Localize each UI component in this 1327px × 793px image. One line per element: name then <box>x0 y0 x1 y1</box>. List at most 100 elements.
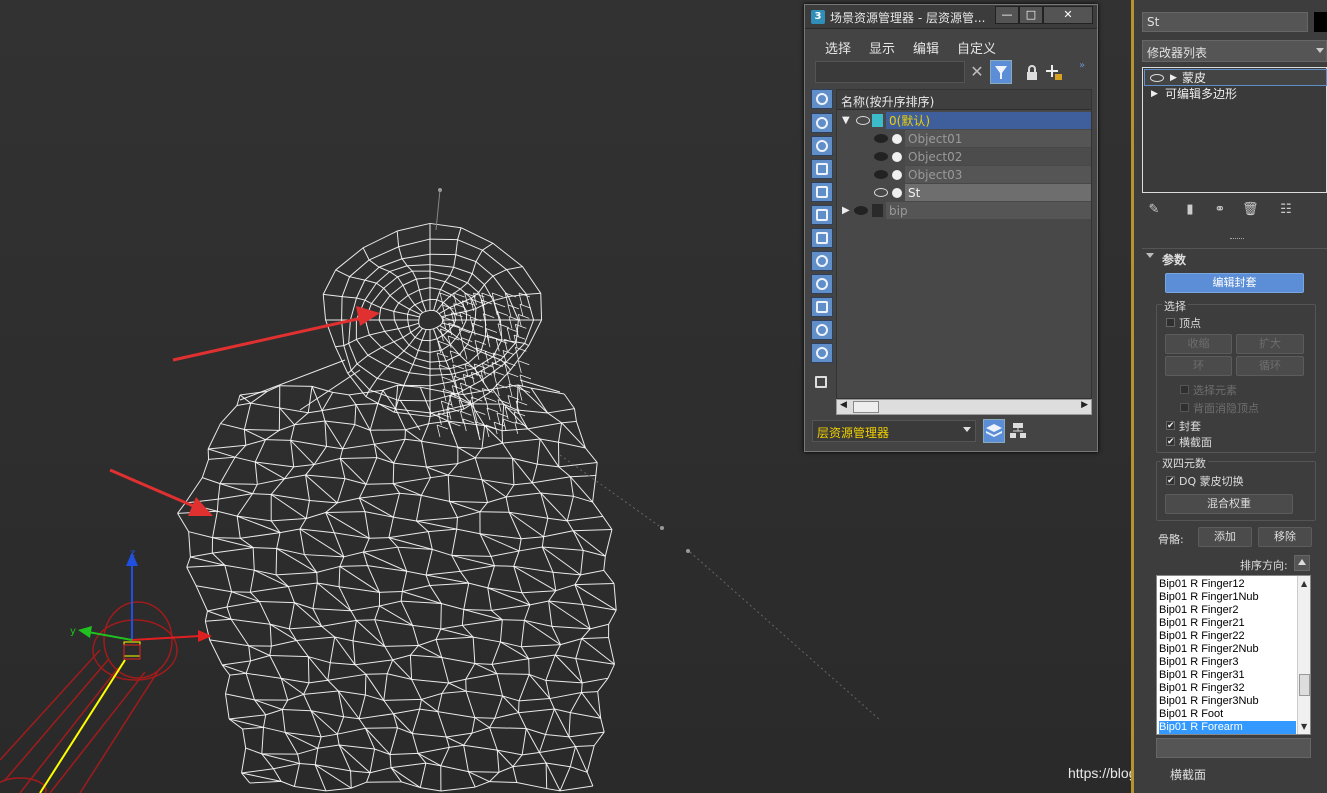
move-gizmo[interactable]: z y <box>70 548 212 660</box>
visibility-eye-icon[interactable] <box>1150 74 1164 82</box>
search-input[interactable] <box>815 61 965 83</box>
bone-list-item[interactable]: Bip01 R Finger1Nub <box>1159 591 1296 604</box>
remove-bone-button[interactable]: 移除 <box>1258 527 1312 547</box>
clear-search-icon[interactable]: ✕ <box>969 62 985 82</box>
menu-select[interactable]: 选择 <box>825 38 851 57</box>
cross-sections-checkbox[interactable]: ✔ <box>1166 437 1175 447</box>
geometry-icon[interactable] <box>811 89 833 109</box>
menu-customize[interactable]: 自定义 <box>957 38 996 57</box>
envelopes-checkbox[interactable]: ✔ <box>1166 421 1175 431</box>
sort-ascending-button[interactable] <box>1294 555 1310 571</box>
display-children-icon[interactable] <box>811 373 833 393</box>
bone-list-item[interactable]: Bip01 R Finger2 <box>1159 604 1296 617</box>
scroll-thumb[interactable] <box>1299 674 1310 696</box>
add-layer-icon[interactable] <box>1046 63 1062 81</box>
backface-cull-checkbox[interactable] <box>1180 403 1189 412</box>
frozen-icon[interactable] <box>811 320 833 340</box>
lock-icon[interactable] <box>1024 64 1040 82</box>
make-unique-icon[interactable]: ⚭ <box>1212 202 1228 218</box>
collapse-arrow-icon[interactable]: ▼ <box>842 112 850 130</box>
xrefs-icon[interactable] <box>811 251 833 271</box>
expand-toolbar-icon[interactable]: » <box>1079 60 1085 71</box>
groups-icon[interactable] <box>811 228 833 248</box>
stack-item-editable-poly[interactable]: ▶ 可编辑多边形 <box>1144 86 1327 103</box>
filter-icon[interactable] <box>990 60 1012 84</box>
bone-list-item[interactable]: Bip01 R Finger2Nub <box>1159 643 1296 656</box>
cameras-icon[interactable] <box>811 159 833 179</box>
bone-list[interactable]: Bip01 R Finger12 Bip01 R Finger1Nub Bip01 … <box>1156 575 1311 735</box>
modifier-stack[interactable]: ▶ 蒙皮 ▶ 可编辑多边形 <box>1142 67 1327 193</box>
object-name[interactable]: Object02 <box>905 148 1091 165</box>
bone-list-item[interactable]: Bip01 R Foot <box>1159 708 1296 721</box>
lights-icon[interactable] <box>811 136 833 156</box>
chevron-down-icon[interactable] <box>963 427 971 432</box>
object-name[interactable]: St <box>905 184 1091 201</box>
ring-button[interactable]: 环 <box>1165 356 1232 376</box>
remove-modifier-icon[interactable]: 🗑 <box>1242 202 1259 218</box>
tree-row[interactable]: ▶ bip <box>837 202 1091 220</box>
spacewarps-icon[interactable] <box>811 205 833 225</box>
minimize-button[interactable]: — <box>995 6 1019 24</box>
explorer-mode-dropdown[interactable]: 层资源管理器 <box>812 420 976 442</box>
layer-name[interactable]: 0(默认) <box>886 112 1091 129</box>
visibility-eye-icon[interactable] <box>874 188 888 197</box>
expand-arrow-icon[interactable]: ▶ <box>1170 70 1177 87</box>
tree-row[interactable]: Object01 <box>837 130 1091 148</box>
expand-arrow-icon[interactable]: ▶ <box>1151 86 1158 103</box>
object-name-field[interactable]: St <box>1142 12 1308 32</box>
edit-envelopes-button[interactable]: 编辑封套 <box>1165 273 1304 293</box>
object-color-swatch[interactable] <box>1314 12 1327 32</box>
bone-list-item[interactable]: Bip01 R Finger3Nub <box>1159 695 1296 708</box>
hierarchy-icon[interactable] <box>1008 421 1028 441</box>
loop-button[interactable]: 循环 <box>1236 356 1304 376</box>
scene-explorer-window[interactable]: 3 场景资源管理器 - 层资源管... — □ ✕ 选择 显示 编辑 自定义 ✕… <box>804 4 1098 452</box>
vertices-checkbox[interactable] <box>1166 318 1175 327</box>
bone-list-item[interactable]: Bip01 R Forearm <box>1159 721 1296 734</box>
layer-name[interactable]: bip <box>886 202 1091 219</box>
bone-list-item[interactable]: Bip01 R Finger21 <box>1159 617 1296 630</box>
menu-display[interactable]: 显示 <box>869 38 895 57</box>
expand-arrow-icon[interactable]: ▶ <box>842 202 850 220</box>
maximize-button[interactable]: □ <box>1019 6 1043 24</box>
column-header-name[interactable]: 名称(按升序排序) <box>837 90 1091 110</box>
hidden-eye-icon[interactable] <box>854 206 868 215</box>
hidden-eye-icon[interactable] <box>874 152 888 161</box>
blend-weights-button[interactable]: 混合权重 <box>1165 494 1293 514</box>
add-bone-button[interactable]: 添加 <box>1198 527 1252 547</box>
bone-list-item[interactable]: Bip01 R Finger12 <box>1159 578 1296 591</box>
object-name[interactable]: Object03 <box>905 166 1091 183</box>
modifier-list-dropdown[interactable]: 修改器列表 <box>1142 40 1327 62</box>
tree-row[interactable]: ▼ 0(默认) <box>837 112 1091 130</box>
select-element-checkbox[interactable] <box>1180 385 1189 394</box>
stack-item-skin[interactable]: ▶ 蒙皮 <box>1144 69 1327 86</box>
explorer-titlebar[interactable]: 3 场景资源管理器 - 层资源管... — □ ✕ <box>805 5 1097 29</box>
show-end-result-icon[interactable]: ▮ <box>1182 202 1198 218</box>
bone-list-item[interactable]: Bip01 R Finger22 <box>1159 630 1296 643</box>
bone-list-scrollbar[interactable]: ▲ ▼ <box>1297 576 1310 734</box>
object-name[interactable]: Object01 <box>905 130 1091 147</box>
close-button[interactable]: ✕ <box>1043 6 1093 24</box>
horizontal-scrollbar[interactable]: ◀ ▶ <box>836 399 1092 415</box>
bone-list-item[interactable]: Bip01 R Finger31 <box>1159 669 1296 682</box>
tree-row[interactable]: St <box>837 184 1091 202</box>
layer-tree[interactable]: 名称(按升序排序) ▼ 0(默认) Object01 Object02 Obje… <box>836 89 1092 399</box>
grow-button[interactable]: 扩大 <box>1236 334 1304 354</box>
dq-skin-toggle-checkbox[interactable]: ✔ <box>1166 476 1175 486</box>
tree-row[interactable]: Object02 <box>837 148 1091 166</box>
scroll-thumb[interactable] <box>853 401 879 413</box>
bone-list-item[interactable]: Bip01 R Finger3 <box>1159 656 1296 669</box>
hidden-eye-icon[interactable] <box>874 134 888 143</box>
bone-name-field[interactable] <box>1156 738 1311 758</box>
hidden-icon[interactable] <box>811 343 833 363</box>
pin-stack-icon[interactable]: ✎ <box>1146 202 1162 218</box>
containers-icon[interactable] <box>811 297 833 317</box>
bones-icon[interactable] <box>811 274 833 294</box>
helpers-icon[interactable] <box>811 182 833 202</box>
shrink-button[interactable]: 收缩 <box>1165 334 1232 354</box>
bone-list-item[interactable]: Bip01 R Finger32 <box>1159 682 1296 695</box>
panel-resize-grip[interactable] <box>1230 238 1244 240</box>
menu-edit[interactable]: 编辑 <box>913 38 939 57</box>
tree-row[interactable]: Object03 <box>837 166 1091 184</box>
hidden-eye-icon[interactable] <box>874 170 888 179</box>
shapes-icon[interactable] <box>811 113 833 133</box>
